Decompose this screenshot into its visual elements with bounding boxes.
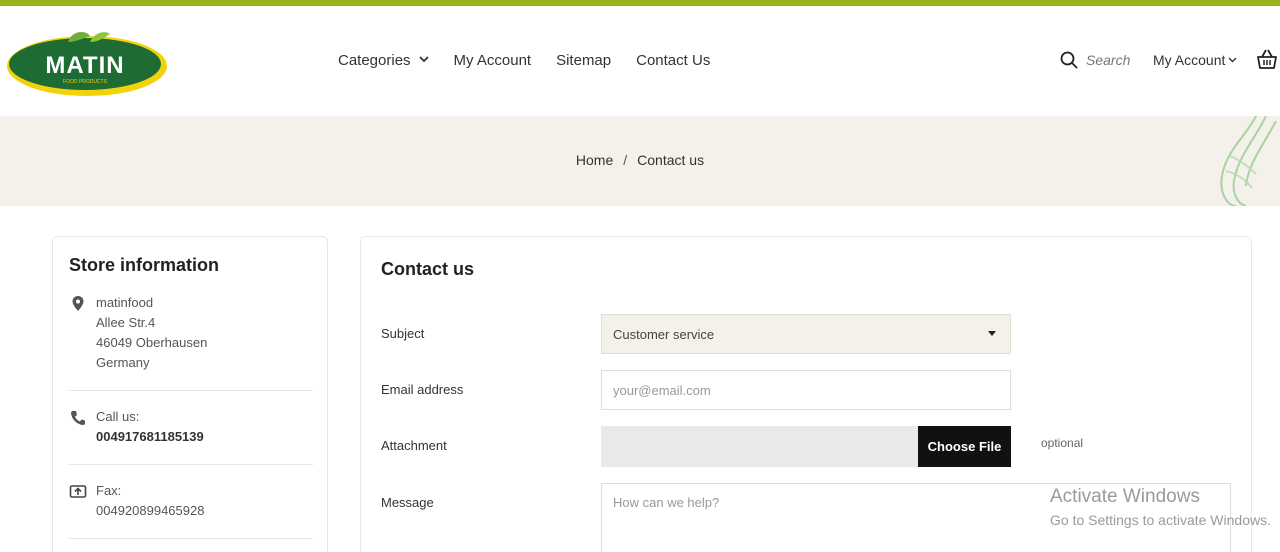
search-label: Search [1086,52,1131,68]
watermark-title: Activate Windows [1050,486,1200,507]
subject-label: Subject [381,326,425,341]
account-menu[interactable]: My Account [1153,52,1237,68]
store-title: Store information [69,255,220,275]
attachment-label: Attachment [381,438,447,453]
phone-icon [71,411,85,425]
nav-item-categories[interactable]: Categories [338,52,429,69]
breadcrumb-separator: / [623,152,628,168]
optional-hint: optional [1041,436,1084,450]
svg-text:FOOD PRODUCTS: FOOD PRODUCTS [63,79,108,85]
location-pin-icon [72,296,84,311]
choose-file-button[interactable]: Choose File [918,426,1011,467]
windows-activation-watermark: Activate Windows Go to Settings to activ… [1050,486,1271,528]
breadcrumb-banner: Home / Contact us [0,116,1280,206]
watermark-subtitle: Go to Settings to activate Windows. [1050,512,1271,528]
address-line: Germany [96,355,150,370]
divider [69,538,313,539]
basket-icon[interactable] [1255,48,1279,70]
nav-item-contact-us[interactable]: Contact Us [636,52,710,69]
fax-icon [69,485,87,498]
caret-down-icon [988,331,996,336]
main-nav: Categories My Account Sitemap Contact Us [338,52,735,69]
breadcrumb: Home / Contact us [0,152,1280,168]
phone-label: Call us: [96,409,140,424]
attachment-filename-field[interactable] [601,426,919,467]
nav-item-label: Sitemap [556,52,612,69]
divider [69,464,313,465]
nav-item-label: Categories [338,52,411,69]
message-label: Message [381,495,434,510]
divider [69,390,313,391]
chevron-down-icon [418,55,429,66]
store-information-card: Store information matinfood Allee Str.4 … [52,236,328,552]
nav-item-my-account[interactable]: My Account [454,52,532,69]
phone-number[interactable]: 004917681185139 [96,427,313,447]
account-label: My Account [1153,52,1226,68]
contact-title: Contact us [381,259,475,279]
address-line: 46049 Oberhausen [96,335,208,350]
nav-item-label: My Account [453,52,532,69]
address-line: Allee Str.4 [96,315,156,330]
nav-item-sitemap[interactable]: Sitemap [556,52,611,69]
chevron-down-icon [1228,55,1237,65]
store-fax: Fax: 004920899465928 [69,481,313,521]
store-phone: Call us: 004917681185139 [69,407,313,447]
subject-selected-value: Customer service [613,327,715,342]
nav-item-label: Contact Us [636,52,711,69]
address-line: matinfood [96,295,154,310]
subject-select[interactable]: Customer service [601,314,1011,354]
matin-logo[interactable]: MATIN FOOD PRODUCTS [6,28,168,98]
fax-label: Fax: [96,483,122,498]
breadcrumb-current: Contact us [637,152,705,168]
search-icon [1060,51,1078,69]
email-field[interactable] [601,370,1011,410]
search-trigger[interactable]: Search [1060,51,1130,69]
svg-text:MATIN: MATIN [45,52,124,79]
fax-number: 004920899465928 [96,503,205,518]
email-label: Email address [381,382,464,397]
site-header: MATIN FOOD PRODUCTS Categories My Accoun… [0,6,1280,116]
vegetable-sketch-decoration [1220,116,1277,206]
breadcrumb-home[interactable]: Home [576,152,613,168]
store-address: matinfood Allee Str.4 46049 Oberhausen G… [69,293,313,373]
